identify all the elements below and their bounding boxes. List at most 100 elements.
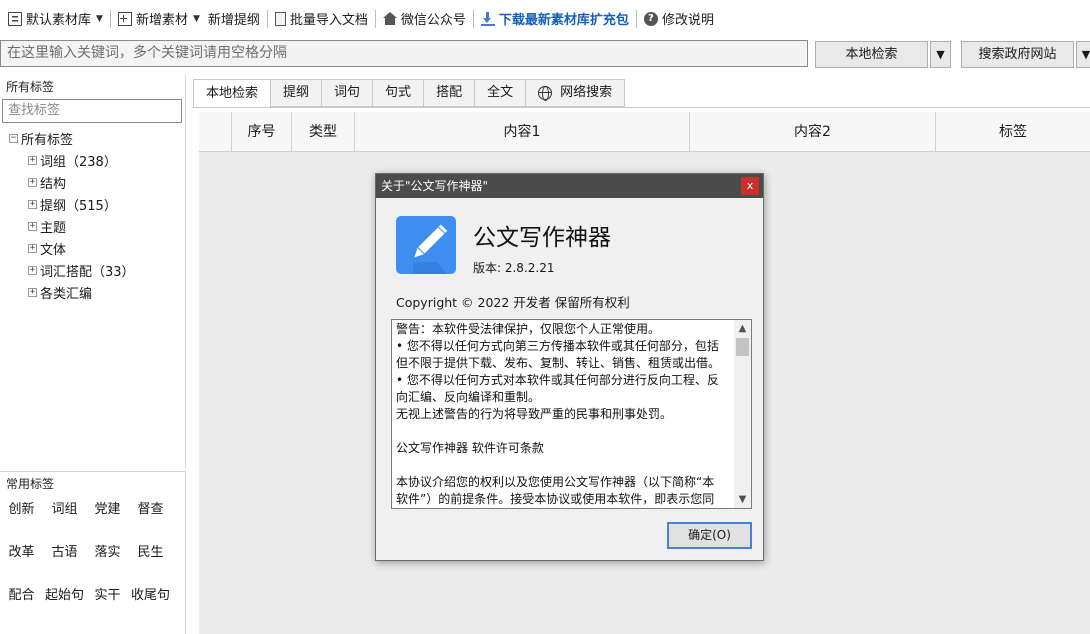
license-line: 软件”）的前提条件。接受本协议或使用本软件，即表示您同: [396, 492, 715, 506]
new-material-button[interactable]: 新增素材 ▼: [114, 7, 204, 31]
toolbar-divider: [374, 9, 376, 28]
license-scrollbar[interactable]: ▲ ▼: [734, 320, 751, 508]
home-icon: [382, 11, 397, 26]
document-icon: [274, 11, 286, 26]
library-icon: [8, 11, 22, 26]
common-tag[interactable]: 创新: [0, 501, 43, 544]
dialog-title-bar[interactable]: 关于"公文写作神器" x: [376, 174, 763, 198]
common-tag[interactable]: 改革: [0, 544, 43, 587]
local-search-dropdown-icon[interactable]: ▼: [930, 41, 951, 68]
tree-item-label: 主题: [40, 220, 67, 236]
tree-item-genre[interactable]: + 文体: [0, 237, 185, 259]
license-line: 本协议介绍您的权利以及您使用公文写作神器（以下简称“本: [396, 475, 715, 489]
tree-item-topic[interactable]: + 主题: [0, 215, 185, 237]
gov-site-search-button[interactable]: 搜索政府网站: [961, 41, 1074, 68]
common-tag[interactable]: 落实: [86, 544, 129, 587]
license-line: 无视上述警告的行为将导致严重的民事和刑事处罚。: [396, 407, 673, 421]
copyright-text: Copyright © 2022 开发者 保留所有权利: [396, 295, 630, 310]
license-line: 但不限于提供下载、发布、复制、转让、销售、租赁或出借。: [396, 356, 721, 370]
common-tag[interactable]: 督查: [129, 501, 172, 544]
new-outline-button[interactable]: 新增提纲: [204, 7, 264, 31]
wechat-button[interactable]: 微信公众号: [379, 7, 470, 31]
common-tags-title: 常用标签: [6, 477, 55, 491]
local-search-button[interactable]: 本地检索: [815, 41, 928, 68]
common-tag[interactable]: 党建: [86, 501, 129, 544]
tree-item-label: 结构: [40, 176, 67, 192]
grid-row-selector-header: [199, 112, 232, 152]
chevron-down-icon: ▼: [192, 13, 200, 24]
app-version: 版本: 2.8.2.21: [473, 261, 555, 275]
grid-header: 序号 类型 内容1 内容2 标签: [199, 112, 1090, 152]
tab-collocation[interactable]: 搭配: [424, 79, 476, 107]
tab-sentence-patterns[interactable]: 句式: [373, 79, 425, 107]
expand-icon[interactable]: +: [28, 199, 37, 209]
common-tag[interactable]: 实干: [86, 587, 129, 630]
tree-item-collocation[interactable]: + 词汇搭配（33）: [0, 259, 185, 281]
globe-icon: [538, 86, 553, 101]
tree-item-label: 提纲（515）: [40, 198, 117, 214]
change-log-button[interactable]: ? 修改说明: [640, 7, 718, 31]
column-header-content1[interactable]: 内容1: [355, 112, 690, 152]
scroll-down-icon[interactable]: ▼: [734, 491, 751, 508]
keyword-search-input[interactable]: 在这里输入关键词，多个关键词请用空格分隔: [0, 40, 808, 67]
tree-item-outline[interactable]: + 提纲（515）: [0, 193, 185, 215]
tab-phrases[interactable]: 词句: [322, 79, 374, 107]
license-line: [396, 457, 731, 474]
common-tag[interactable]: 古语: [43, 544, 86, 587]
tab-fulltext[interactable]: 全文: [475, 79, 527, 107]
download-icon: [480, 11, 495, 26]
expand-icon[interactable]: +: [28, 177, 37, 187]
dialog-title: 关于"公文写作神器": [381, 179, 489, 193]
license-textbox[interactable]: 警告：本软件受法律保护，仅限您个人正常使用。 • 您不得以任何方式向第三方传播本…: [391, 319, 752, 509]
gov-search-dropdown-icon[interactable]: ▼: [1076, 41, 1090, 68]
ok-button[interactable]: 确定(O): [667, 522, 752, 549]
license-line: • 您不得以任何方式对本软件或其任何部分进行反向工程、反: [396, 373, 719, 387]
common-tag[interactable]: 收尾句: [129, 587, 172, 630]
default-library-menu[interactable]: 默认素材库 ▼: [4, 7, 107, 31]
tree-item-compilations[interactable]: + 各类汇编: [0, 281, 185, 303]
expand-icon[interactable]: +: [28, 221, 37, 231]
batch-import-button[interactable]: 批量导入文档: [271, 7, 372, 31]
license-line: 警告：本软件受法律保护，仅限您个人正常使用。: [396, 322, 661, 336]
toolbar: 默认素材库 ▼ 新增素材 ▼ 新增提纲 批量导入文档 微信公众号 下载最新素材库…: [0, 0, 1090, 37]
close-button[interactable]: x: [741, 177, 759, 195]
expand-icon[interactable]: +: [28, 155, 37, 165]
tab-web-search-label: 网络搜索: [560, 85, 613, 100]
batch-import-label: 批量导入文档: [289, 13, 368, 28]
column-header-index[interactable]: 序号: [232, 112, 292, 152]
all-tags-title: 所有标签: [6, 80, 55, 94]
tab-local-search[interactable]: 本地检索: [193, 79, 272, 108]
download-pack-label: 下载最新素材库扩充包: [498, 13, 629, 28]
tree-item-label: 词组（238）: [40, 154, 117, 170]
tab-outline[interactable]: 提纲: [271, 79, 323, 107]
collapse-icon[interactable]: −: [9, 133, 18, 143]
common-tag[interactable]: 词组: [43, 501, 86, 544]
tree-item-structure[interactable]: + 结构: [0, 171, 185, 193]
tree-item-phrases[interactable]: + 词组（238）: [0, 149, 185, 171]
column-header-tags[interactable]: 标签: [936, 112, 1090, 152]
scroll-up-icon[interactable]: ▲: [734, 320, 751, 337]
wechat-label: 微信公众号: [400, 13, 466, 28]
tag-tree: − 所有标签 + 词组（238） + 结构 + 提纲（515） + 主题 + 文…: [0, 127, 185, 303]
expand-icon[interactable]: +: [28, 287, 37, 297]
new-outline-label: 新增提纲: [207, 13, 260, 28]
expand-icon[interactable]: +: [28, 243, 37, 253]
common-tag[interactable]: 起始句: [43, 587, 86, 630]
toolbar-divider: [266, 9, 268, 28]
tree-item-label: 词汇搭配（33）: [40, 264, 135, 280]
column-header-type[interactable]: 类型: [292, 112, 355, 152]
help-icon: ?: [643, 11, 658, 26]
app-pencil-icon: [396, 216, 456, 274]
tag-search-input[interactable]: 查找标签: [2, 99, 182, 123]
expand-icon[interactable]: +: [28, 265, 37, 275]
download-pack-link[interactable]: 下载最新素材库扩充包: [477, 7, 633, 31]
tab-divider: [193, 107, 1090, 108]
column-header-content2[interactable]: 内容2: [690, 112, 936, 152]
tree-root-all-tags[interactable]: − 所有标签: [0, 127, 185, 149]
common-tags-panel: 常用标签 创新 词组 党建 督查 改革 古语 落实 民生 配合 起始句 实干 收…: [0, 471, 186, 634]
scroll-thumb[interactable]: [736, 338, 749, 356]
tab-web-search[interactable]: 网络搜索: [526, 79, 626, 107]
common-tag[interactable]: 民生: [129, 544, 172, 587]
license-line: 公文写作神器 软件许可条款: [396, 441, 544, 455]
common-tag[interactable]: 配合: [0, 587, 43, 630]
